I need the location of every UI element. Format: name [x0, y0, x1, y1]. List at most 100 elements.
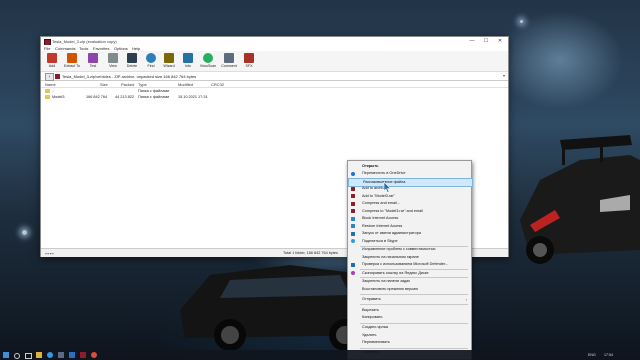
info-icon: [183, 53, 193, 63]
menu-item-create-shortcut[interactable]: Создать ярлык: [348, 324, 471, 331]
menu-item-rename[interactable]: Переименовать: [348, 339, 471, 346]
row-packed: 44 213 822: [115, 94, 135, 99]
wallpaper-light: [22, 230, 27, 235]
menu-favorites[interactable]: Favorites: [93, 46, 109, 51]
menu-item-copy[interactable]: Копировать: [348, 314, 471, 321]
extract-icon: [67, 53, 77, 63]
address-path: Tesla_Model_3.zip\vehicles - ZIP archive…: [62, 73, 197, 79]
window-title: Tesla_Model_3.zip (evaluation copy): [52, 38, 117, 44]
menu-item-cut[interactable]: Вырезать: [348, 307, 471, 314]
wizard-button[interactable]: Wizard: [162, 52, 176, 70]
menu-item-troubleshoot-compat[interactable]: Исправление проблем с совместимостью: [348, 246, 471, 253]
extract-to-label: Extract To: [64, 64, 80, 68]
minimize-button[interactable]: —: [465, 37, 479, 45]
search-icon[interactable]: [14, 353, 20, 359]
wallpaper-car-right: [520, 135, 640, 264]
row-name: ..: [52, 88, 55, 93]
column-crc32[interactable]: CRC32: [211, 82, 224, 87]
restore-icon: [351, 224, 355, 228]
edge-icon[interactable]: [47, 352, 53, 358]
menu-file[interactable]: File: [44, 46, 50, 51]
menu-item-share-skype[interactable]: Поделиться в Skype: [348, 238, 471, 245]
add-button[interactable]: Add: [45, 52, 59, 70]
status-total: Total 1 folder, 166 842 764 bytes: [283, 251, 338, 255]
menu-item-restore-internet[interactable]: Restore Internet Access: [348, 223, 471, 230]
menu-item-pin-taskbar[interactable]: Закрепить на панели задач: [348, 278, 471, 285]
menu-item-defender-scan[interactable]: Проверка с использованием Microsoft Defe…: [348, 261, 471, 268]
winrar-icon: [351, 194, 355, 198]
mail-icon[interactable]: [69, 352, 75, 358]
column-modified[interactable]: Modified: [178, 82, 193, 87]
delete-icon: [127, 53, 137, 63]
find-button[interactable]: Find: [144, 52, 158, 70]
onedrive-icon: [351, 171, 355, 176]
virusscan-button[interactable]: VirusScan: [200, 52, 216, 70]
taskview-icon[interactable]: [25, 353, 32, 359]
menu-item-label: Запуск от имени администратора: [362, 231, 421, 236]
menu-commands[interactable]: Commands: [55, 46, 75, 51]
column-packed[interactable]: Packed: [121, 82, 134, 87]
find-icon: [146, 53, 156, 63]
menu-item-move-onedrive[interactable]: Переместить в OneDrive: [348, 170, 471, 177]
menu-item-add-archive[interactable]: Add to archive...: [348, 185, 471, 192]
menu-item-label: Открыть: [362, 164, 379, 169]
info-button[interactable]: Info: [181, 52, 195, 70]
menu-item-run-as-admin[interactable]: Запуск от имени администратора: [348, 230, 471, 237]
store-icon[interactable]: [58, 352, 64, 358]
winrar-icon[interactable]: [80, 352, 86, 358]
view-icon: [108, 53, 118, 63]
clock[interactable]: 17:54: [604, 353, 613, 357]
table-row[interactable]: Model3 166 842 764 44 213 822 Папка с фа…: [41, 94, 508, 100]
virusscan-label: VirusScan: [199, 64, 217, 68]
test-label: Test: [89, 64, 97, 68]
menu-help[interactable]: Help: [132, 46, 140, 51]
test-button[interactable]: Test: [86, 52, 100, 70]
column-name[interactable]: Name: [45, 82, 56, 87]
menu-item-compress-email[interactable]: Compress and email...: [348, 200, 471, 207]
taskbar: ENG 17:54: [0, 350, 640, 360]
menu-item-block-internet[interactable]: Block Internet Access: [348, 215, 471, 222]
row-size: 166 842 764: [86, 94, 108, 99]
view-button[interactable]: View: [106, 52, 120, 70]
menu-item-compress-rar-email[interactable]: Compress to "Model3.rar" and email: [348, 208, 471, 215]
extract-to-button[interactable]: Extract To: [64, 52, 80, 70]
address-bar[interactable]: ↑ Tesla_Model_3.zip\vehicles - ZIP archi…: [41, 72, 508, 81]
menu-item-label: Восстановить прежнюю версию: [362, 286, 419, 291]
comment-icon: [224, 53, 234, 63]
menu-tools[interactable]: Tools: [79, 46, 88, 51]
sfx-button[interactable]: SFX: [242, 52, 256, 70]
explorer-icon[interactable]: [36, 352, 42, 358]
shield-icon: [351, 231, 355, 236]
start-icon[interactable]: [3, 352, 9, 358]
menu-item-label: Add to "Model3.rar": [362, 193, 395, 198]
menu-item-add-rar[interactable]: Add to "Model3.rar": [348, 193, 471, 200]
comment-button[interactable]: Comment: [221, 52, 237, 70]
menu-options[interactable]: Options: [114, 46, 128, 51]
menu-item-delete[interactable]: Удалить: [348, 332, 471, 339]
chevron-down-icon[interactable]: ▾: [503, 73, 505, 78]
menu-item-yandex-link[interactable]: Скопировать ссылку на Яндекс Диске: [348, 270, 471, 277]
chevron-right-icon: ›: [465, 296, 467, 302]
winrar-icon: [351, 209, 355, 213]
menu-item-pin-start[interactable]: Закрепить на начальном экране: [348, 254, 471, 261]
menu-item-open[interactable]: Открыть: [348, 163, 471, 170]
wallpaper-light: [520, 20, 523, 23]
menu-item-label: Restore Internet Access: [362, 223, 403, 228]
menu-item-send-to[interactable]: Отправить ›: [348, 296, 471, 303]
menu-item-label: Переместить в OneDrive: [362, 171, 406, 176]
maximize-button[interactable]: ☐: [479, 37, 493, 45]
mouse-pointer-icon: [383, 182, 391, 193]
comment-label: Comment: [221, 64, 237, 68]
close-button[interactable]: ✕: [493, 37, 507, 45]
title-bar[interactable]: Tesla_Model_3.zip (evaluation copy) — ☐ …: [41, 37, 508, 46]
up-arrow-icon[interactable]: ↑: [45, 73, 54, 81]
folder-icon: [45, 95, 50, 99]
menu-item-restore-previous[interactable]: Восстановить прежнюю версию: [348, 286, 471, 293]
column-size[interactable]: Size: [100, 82, 108, 87]
column-type[interactable]: Type: [138, 82, 147, 87]
chrome-icon[interactable]: [91, 352, 97, 358]
delete-button[interactable]: Delete: [125, 52, 139, 70]
menu-item-label: Копировать: [362, 315, 383, 320]
row-type: Папка с файлами: [138, 88, 170, 93]
language-indicator[interactable]: ENG: [588, 353, 596, 357]
